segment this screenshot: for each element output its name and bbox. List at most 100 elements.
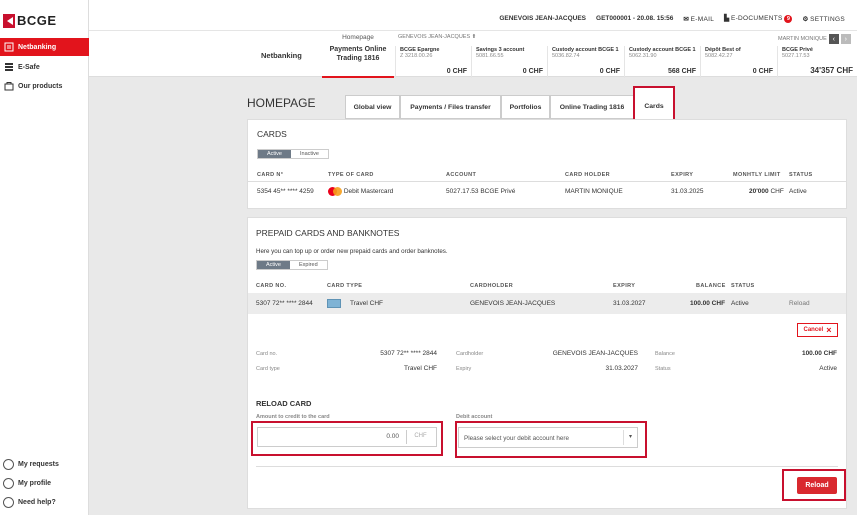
reload-link[interactable]: Reload bbox=[789, 300, 810, 307]
tab-portfolios[interactable]: Portfolios bbox=[501, 95, 550, 119]
reload-button[interactable]: Reload bbox=[797, 477, 837, 494]
close-icon: × bbox=[826, 325, 832, 335]
cancel-label: Cancel bbox=[803, 327, 824, 333]
debit-placeholder: Please select your debit account here bbox=[464, 435, 570, 442]
homepage-tab[interactable]: Homepage Payments Online Trading 1816 bbox=[322, 31, 394, 78]
currency-suffix: CHF bbox=[406, 430, 434, 444]
account-number: 5062.31.90 bbox=[629, 53, 657, 59]
sidebar-item-products[interactable]: Our products bbox=[0, 77, 89, 95]
homepage-label: Homepage bbox=[342, 34, 374, 41]
tab-online-trading[interactable]: Online Trading 1816 bbox=[550, 95, 634, 119]
tab-payments[interactable]: Payments / Files transfer bbox=[400, 95, 501, 119]
account-tile[interactable]: BCGE Privé 5027.17.53 34'357 CHF bbox=[777, 46, 857, 78]
active-tab-underline bbox=[322, 76, 394, 78]
col-expiry: EXPIRY bbox=[613, 283, 636, 289]
col-status: STATUS bbox=[731, 283, 755, 289]
toggle-active[interactable]: Active bbox=[257, 261, 290, 269]
account-amount: 0 CHF bbox=[599, 68, 620, 75]
sidebar-item-netbanking[interactable]: Netbanking bbox=[0, 38, 89, 56]
limit-currency: CHF bbox=[770, 188, 784, 195]
detail-label: Card no. bbox=[256, 351, 278, 357]
account-owner: GENEVOIS JEAN-JACQUES ⬆ bbox=[398, 34, 476, 40]
email-label: E-MAIL bbox=[690, 15, 715, 23]
toggle-expired[interactable]: Expired bbox=[290, 261, 327, 269]
edocs-badge: 9 bbox=[784, 15, 793, 23]
col-holder: CARD HOLDER bbox=[565, 172, 611, 178]
chevron-down-icon: ▾ bbox=[623, 430, 637, 445]
card-status: Active bbox=[789, 188, 807, 195]
amount-label: Amount to credit to the card bbox=[256, 414, 330, 420]
detail-balance: 100.00 CHF bbox=[801, 350, 837, 357]
cardholder: GENEVOIS JEAN-JACQUES bbox=[470, 300, 556, 307]
account-owner-2: MARTIN MONIQUE ‹ › bbox=[778, 34, 851, 44]
account-tile[interactable]: Savings 3 account 5081.66.55 0 CHF bbox=[471, 46, 547, 78]
document-icon: ▙ bbox=[724, 15, 730, 22]
email-link[interactable]: ✉ E-MAIL bbox=[683, 15, 714, 23]
scroll-left-button[interactable]: ‹ bbox=[828, 34, 839, 44]
sidebar-item-requests[interactable]: My requests bbox=[3, 459, 59, 470]
account-number: 5082.42.27 bbox=[705, 53, 733, 59]
col-account: ACCOUNT bbox=[446, 172, 477, 178]
col-expiry: EXPIRY bbox=[671, 172, 694, 178]
toggle-active[interactable]: Active bbox=[258, 150, 291, 158]
user-name: GENEVOIS JEAN-JACQUES bbox=[499, 15, 587, 22]
settings-link[interactable]: ⚙ SETTINGS bbox=[802, 15, 845, 23]
card-balance: 100.00 CHF bbox=[690, 300, 726, 307]
account-tile[interactable]: Custody account BCGE 1 5036.82.74 0 CHF bbox=[547, 46, 624, 78]
contract-number: GET000001 - 20.08. 15:56 bbox=[596, 15, 673, 22]
logo-text: BCGE bbox=[17, 13, 57, 28]
mail-icon: ✉ bbox=[683, 15, 689, 23]
debit-account-select[interactable]: Please select your debit account here ▾ bbox=[458, 427, 638, 448]
detail-label: Status bbox=[655, 366, 671, 372]
prepaid-card-icon bbox=[327, 299, 341, 308]
col-card-no: CARD N° bbox=[257, 172, 284, 178]
col-card-no: CARD NO. bbox=[256, 283, 287, 289]
detail-label: Balance bbox=[655, 351, 675, 357]
sidebar-item-esafe[interactable]: E-Safe bbox=[0, 58, 89, 76]
account-number: 5027.17.53 bbox=[782, 53, 810, 59]
scroll-right-button[interactable]: › bbox=[840, 34, 851, 44]
amount-input[interactable]: 0.00 CHF bbox=[257, 427, 437, 447]
account-amount: 0 CHF bbox=[446, 68, 467, 75]
account-tile[interactable]: BCGE Epargne Z 3218.00.26 0 CHF bbox=[395, 46, 471, 78]
table-row[interactable]: 5354 45** **** 4259 Debit Mastercard 502… bbox=[248, 182, 846, 202]
edocuments-link[interactable]: ▙ E-DOCUMENTS 9 bbox=[724, 14, 793, 23]
card-expiry: 31.03.2025 bbox=[671, 188, 704, 195]
bcge-logo[interactable]: BCGE bbox=[3, 13, 57, 28]
sidebar-item-label: Our products bbox=[18, 82, 63, 90]
page-title: HOMEPAGE bbox=[247, 96, 316, 110]
cancel-button[interactable]: Cancel × bbox=[797, 323, 838, 337]
detail-holder: GENEVOIS JEAN-JACQUES bbox=[552, 350, 638, 357]
col-limit: MONHTLY LIMIT bbox=[733, 172, 781, 178]
divider bbox=[256, 466, 838, 467]
card-type-label: Travel CHF bbox=[350, 300, 384, 308]
col-status: STATUS bbox=[789, 172, 813, 178]
bag-icon bbox=[3, 81, 14, 92]
profile-icon bbox=[3, 478, 14, 489]
contract-id: GET000001 bbox=[596, 15, 632, 22]
detail-label: Card type bbox=[256, 366, 280, 372]
cards-section: CARDS Active Inactive CARD N° TYPE OF CA… bbox=[247, 119, 847, 209]
bcge-logo-icon bbox=[3, 13, 15, 28]
sidebar-item-profile[interactable]: My profile bbox=[3, 478, 51, 489]
account-tile[interactable]: Dépôt Best of 5082.42.27 0 CHF bbox=[700, 46, 777, 78]
edocs-label: E-DOCUMENTS bbox=[730, 15, 783, 22]
card-type: Debit Mastercard bbox=[328, 187, 393, 196]
toggle-inactive[interactable]: Inactive bbox=[291, 150, 328, 158]
tab-global-view[interactable]: Global view bbox=[345, 95, 400, 119]
account-tile[interactable]: Custody account BCGE 1 5062.31.90 568 CH… bbox=[624, 46, 700, 78]
sidebar-item-help[interactable]: Need help? bbox=[3, 497, 56, 508]
requests-icon bbox=[3, 459, 14, 470]
col-cardholder: CARDHOLDER bbox=[470, 283, 514, 289]
detail-label: Cardholder bbox=[456, 351, 484, 357]
owner-name: GENEVOIS JEAN-JACQUES bbox=[398, 34, 471, 40]
account-amount: 0 CHF bbox=[752, 68, 773, 75]
settings-label: SETTINGS bbox=[810, 15, 845, 23]
prepaid-status-toggle: Active Expired bbox=[256, 260, 328, 270]
table-row[interactable]: 5307 72** **** 2844 Travel CHF GENEVOIS … bbox=[248, 293, 846, 314]
prepaid-section: PREPAID CARDS AND BANKNOTES Here you can… bbox=[247, 217, 847, 509]
detail-status: Active bbox=[819, 365, 837, 372]
card-account: 5027.17.53 BCGE Privé bbox=[446, 188, 516, 195]
sidebar-item-label: My requests bbox=[18, 461, 59, 468]
mastercard-icon bbox=[328, 187, 342, 196]
